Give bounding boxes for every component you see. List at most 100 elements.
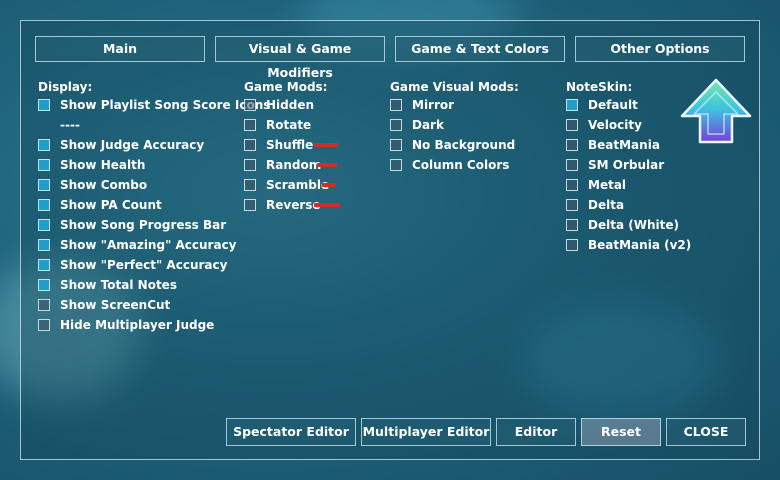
noteskin-column: NoteSkin: Default Velocity BeatMania SM … <box>566 79 691 255</box>
checkbox[interactable] <box>38 279 50 291</box>
checkbox-label: Shuffle <box>266 138 314 152</box>
checkbox[interactable] <box>390 99 402 111</box>
checkbox-label: Show Total Notes <box>60 278 177 292</box>
checkbox[interactable] <box>390 139 402 151</box>
checkbox-row[interactable]: Shuffle <box>244 135 338 155</box>
checkbox-row[interactable]: Show Combo <box>38 175 270 195</box>
checkbox-label: BeatMania <box>588 138 660 152</box>
checkbox-label: Show Judge Accuracy <box>60 138 205 152</box>
close-button[interactable]: CLOSE <box>666 418 746 446</box>
checkbox-label: Show PA Count <box>60 198 162 212</box>
multiplayer-editor-button[interactable]: Multiplayer Editor <box>361 418 491 446</box>
reset-button[interactable]: Reset <box>581 418 661 446</box>
checkbox-row[interactable]: Rotate <box>244 115 329 135</box>
checkbox-label: Default <box>588 98 638 112</box>
checkbox[interactable] <box>566 219 578 231</box>
checkbox-row[interactable]: Delta <box>566 195 691 215</box>
checkbox-row[interactable]: Random <box>244 155 337 175</box>
checkbox[interactable] <box>244 119 256 131</box>
checkbox[interactable] <box>566 179 578 191</box>
noteskin-preview-arrow-icon <box>680 78 752 144</box>
checkbox[interactable] <box>566 119 578 131</box>
separator-label: ---- <box>60 118 80 132</box>
checkbox-label: Hidden <box>266 98 315 112</box>
checkbox[interactable] <box>390 159 402 171</box>
checkbox-row[interactable]: Dark <box>390 115 519 135</box>
checkbox-row[interactable]: Show PA Count <box>38 195 270 215</box>
tab-visual-game-modifiers[interactable]: Visual & Game Modifiers <box>215 36 385 80</box>
checkbox-label: SM Orbular <box>588 158 665 172</box>
game-mods-column: Game Mods: Hidden Rotate Shuffle Random … <box>244 79 340 215</box>
checkbox-label: Random <box>266 158 322 172</box>
checkbox[interactable] <box>566 239 578 251</box>
checkbox-row[interactable]: Default <box>566 95 691 115</box>
tab-main[interactable]: Main <box>35 36 205 62</box>
checkbox[interactable] <box>38 199 50 211</box>
checkbox[interactable] <box>38 319 50 331</box>
checkbox-row[interactable]: Reverse <box>244 195 340 215</box>
tab-game-text-colors[interactable]: Game & Text Colors <box>395 36 565 62</box>
checkbox[interactable] <box>244 179 256 191</box>
checkbox-label: BeatMania (v2) <box>588 238 692 252</box>
checkbox[interactable] <box>244 139 256 151</box>
checkbox-row[interactable]: Show Health <box>38 155 270 175</box>
checkbox-label: Show Health <box>60 158 146 172</box>
checkbox[interactable] <box>566 99 578 111</box>
checkbox-row[interactable]: Show Judge Accuracy <box>38 135 270 155</box>
checkbox-row[interactable]: Scramble <box>244 175 336 195</box>
checkbox-label: Dark <box>412 118 444 132</box>
spectator-editor-button[interactable]: Spectator Editor <box>226 418 356 446</box>
checkbox-row[interactable]: BeatMania (v2) <box>566 235 691 255</box>
checkbox-row[interactable]: Show Playlist Song Score Icons <box>38 95 270 115</box>
checkbox-row[interactable]: Mirror <box>390 95 519 115</box>
checkbox-row[interactable]: Hide Multiplayer Judge <box>38 315 270 335</box>
checkbox-row[interactable]: No Background <box>390 135 519 155</box>
checkbox[interactable] <box>566 199 578 211</box>
flag-bar <box>317 163 337 167</box>
checkbox-row[interactable]: Show "Amazing" Accuracy <box>38 235 270 255</box>
checkbox-row[interactable]: Show Total Notes <box>38 275 270 295</box>
checkbox[interactable] <box>38 179 50 191</box>
checkbox[interactable] <box>38 159 50 171</box>
checkbox-label: Show Song Progress Bar <box>60 218 227 232</box>
checkbox-label: Show Combo <box>60 178 148 192</box>
checkbox[interactable] <box>38 299 50 311</box>
tab-other-options[interactable]: Other Options <box>575 36 745 62</box>
checkbox-row[interactable]: Hidden <box>244 95 329 115</box>
checkbox-row[interactable]: Show "Perfect" Accuracy <box>38 255 270 275</box>
flag-bar <box>314 203 340 207</box>
checkbox-row[interactable]: Velocity <box>566 115 691 135</box>
flag-bar <box>322 183 336 187</box>
checkbox[interactable] <box>390 119 402 131</box>
checkbox-row[interactable]: Show ScreenCut <box>38 295 270 315</box>
visual-mods-title: Game Visual Mods: <box>390 80 519 94</box>
checkbox-label: Metal <box>588 178 627 192</box>
game-mods-title: Game Mods: <box>244 80 328 94</box>
display-column: Display: Show Playlist Song Score Icons … <box>38 79 270 335</box>
checkbox-row[interactable]: BeatMania <box>566 135 691 155</box>
checkbox-label: No Background <box>412 138 516 152</box>
checkbox-label: Scramble <box>266 178 330 192</box>
checkbox-row[interactable]: Show Song Progress Bar <box>38 215 270 235</box>
checkbox[interactable] <box>244 199 256 211</box>
editor-button[interactable]: Editor <box>496 418 576 446</box>
checkbox[interactable] <box>38 219 50 231</box>
checkbox-label: Reverse <box>266 198 321 212</box>
checkbox-row[interactable]: Metal <box>566 175 691 195</box>
checkbox[interactable] <box>566 139 578 151</box>
checkbox[interactable] <box>244 159 256 171</box>
checkbox-label: Column Colors <box>412 158 510 172</box>
checkbox[interactable] <box>38 239 50 251</box>
separator-row: ---- <box>38 115 270 135</box>
checkbox-label: Delta (White) <box>588 218 679 232</box>
checkbox-row[interactable]: Column Colors <box>390 155 519 175</box>
checkbox[interactable] <box>38 139 50 151</box>
checkbox-row[interactable]: Delta (White) <box>566 215 691 235</box>
checkbox[interactable] <box>38 99 50 111</box>
checkbox[interactable] <box>38 259 50 271</box>
checkbox-row[interactable]: SM Orbular <box>566 155 691 175</box>
checkbox-label: Mirror <box>412 98 455 112</box>
checkbox[interactable] <box>244 99 256 111</box>
visual-mods-column: Game Visual Mods: Mirror Dark No Backgro… <box>390 79 519 175</box>
checkbox[interactable] <box>566 159 578 171</box>
